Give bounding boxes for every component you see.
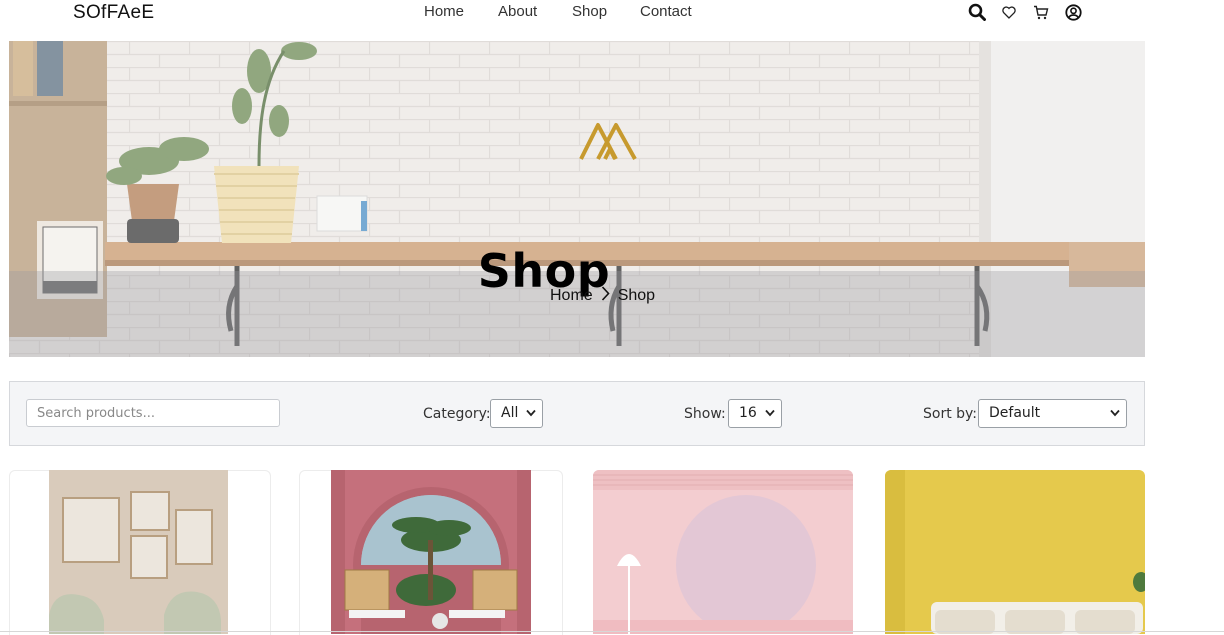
chevron-right-icon	[601, 286, 610, 306]
product-image-pink-arch-chairs	[331, 470, 531, 634]
nav-link-shop[interactable]: Shop	[572, 3, 607, 20]
category-select[interactable]: All	[490, 399, 543, 428]
search-icon[interactable]	[967, 2, 987, 22]
category-select-value: All	[501, 405, 519, 421]
category-label: Category:	[423, 406, 491, 422]
product-card[interactable]	[885, 470, 1145, 634]
nav-link-about[interactable]: About	[498, 3, 537, 20]
product-card[interactable]	[593, 470, 853, 634]
sort-select[interactable]: Default	[978, 399, 1127, 428]
brand-logo[interactable]: SOfFAeE	[73, 2, 154, 24]
breadcrumb: Home Shop	[550, 286, 655, 306]
hero-banner: Shop Home Shop	[9, 41, 1145, 357]
hero-background-image	[9, 41, 1145, 357]
chevron-down-icon	[765, 409, 775, 417]
sort-select-value: Default	[989, 405, 1041, 421]
divider	[0, 631, 1224, 632]
product-card[interactable]	[49, 470, 228, 634]
nav-link-home[interactable]: Home	[424, 3, 464, 20]
chevron-down-icon	[1110, 409, 1120, 417]
show-label: Show:	[684, 406, 726, 422]
show-count-value: 16	[739, 405, 757, 421]
product-image-pink-room-lamp	[593, 470, 853, 634]
sort-label: Sort by:	[923, 406, 978, 422]
top-navbar: SOfFAeE Home About Shop Contact	[0, 0, 1224, 28]
breadcrumb-current: Shop	[617, 287, 656, 304]
breadcrumb-home[interactable]: Home	[550, 287, 593, 305]
product-image-frames-and-chairs	[49, 470, 228, 634]
cart-icon[interactable]	[1031, 2, 1051, 22]
product-image-yellow-wall-sofa	[885, 470, 1145, 634]
shop-filter-bar: Search products... Category: All Show: 1…	[9, 381, 1145, 446]
nav-link-contact[interactable]: Contact	[640, 3, 692, 20]
show-count-select[interactable]: 16	[728, 399, 782, 428]
user-icon[interactable]	[1063, 2, 1083, 22]
search-products-input[interactable]: Search products...	[26, 399, 280, 427]
product-card[interactable]	[331, 470, 531, 634]
chevron-down-icon	[526, 409, 536, 417]
heart-icon[interactable]	[999, 2, 1019, 22]
